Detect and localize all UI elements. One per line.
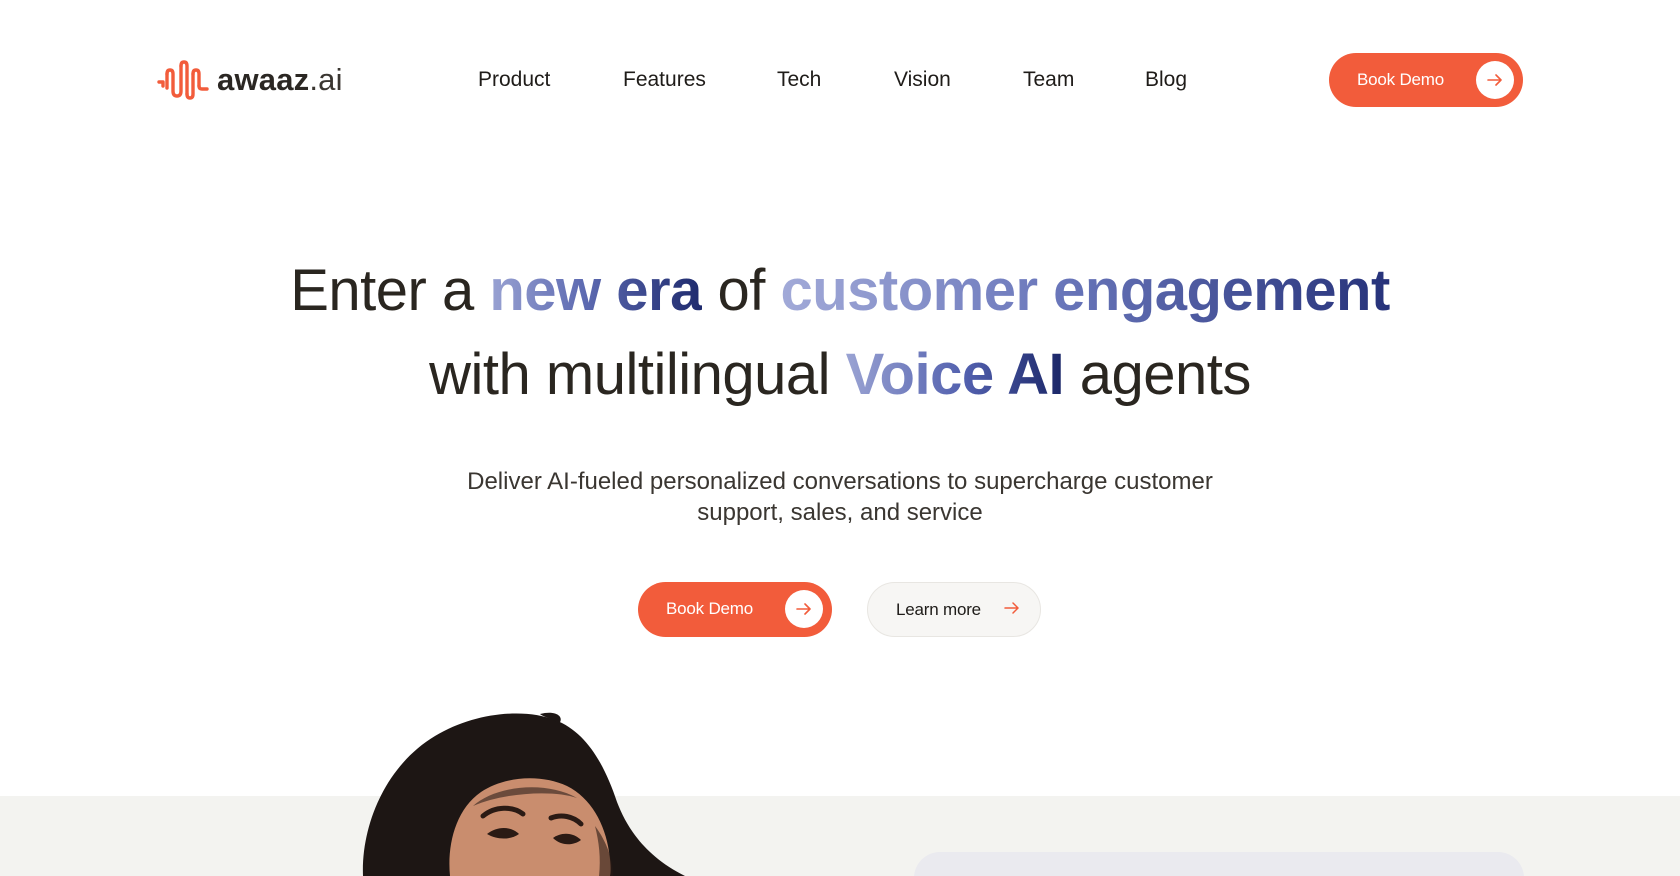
nav-item-product[interactable]: Product xyxy=(478,62,550,98)
hero-subtitle-line2: support, sales, and service xyxy=(697,499,983,526)
brand-name: awaaz.ai xyxy=(217,62,343,97)
hero-highlight-voice-ai: Voice AI xyxy=(845,342,1065,407)
hero-text-with-multilingual: with multilingual xyxy=(429,342,831,407)
hero-text-agents: agents xyxy=(1079,342,1252,407)
nav-item-vision[interactable]: Vision xyxy=(894,62,951,98)
hero-book-demo-button[interactable]: Book Demo xyxy=(638,582,832,637)
header-book-demo-button[interactable]: Book Demo xyxy=(1329,53,1523,107)
hero-highlight-new-era: new era xyxy=(489,258,702,323)
header-book-demo-label: Book Demo xyxy=(1357,70,1445,89)
arrow-right-icon xyxy=(1487,74,1502,86)
learn-more-label: Learn more xyxy=(896,600,981,619)
nav-item-features[interactable]: Features xyxy=(623,62,706,98)
hero-highlight-customer-engagement: customer engagement xyxy=(780,258,1390,323)
hero-title-line1: Enter a new era of customer engagement xyxy=(0,249,1680,333)
arrow-circle xyxy=(785,590,823,628)
hero-title-line2: with multilingual Voice AI agents xyxy=(0,333,1680,417)
nav-item-tech[interactable]: Tech xyxy=(777,62,821,98)
hero-subtitle-line1: Deliver AI-fueled personalized conversat… xyxy=(467,468,1213,495)
nav-item-blog[interactable]: Blog xyxy=(1145,62,1187,98)
site-header: awaaz.ai Product Features Tech Vision Te… xyxy=(0,0,1680,160)
arrow-right-icon xyxy=(1004,602,1019,614)
brand-suffix: .ai xyxy=(309,62,343,97)
person-photo xyxy=(355,706,685,876)
nav-item-team[interactable]: Team xyxy=(1023,62,1074,98)
hero-text-enter: Enter a xyxy=(290,258,474,323)
arrow-right-icon xyxy=(796,603,811,615)
brand-logo[interactable]: awaaz.ai xyxy=(157,58,343,102)
learn-more-button[interactable]: Learn more xyxy=(867,582,1041,637)
feature-card-preview xyxy=(914,852,1524,876)
hero-text-of: of xyxy=(717,258,765,323)
soundwave-logo-icon xyxy=(157,60,209,100)
hero-book-demo-label: Book Demo xyxy=(666,599,754,618)
arrow-circle xyxy=(1476,61,1514,99)
hero-subtitle: Deliver AI-fueled personalized conversat… xyxy=(390,466,1290,528)
